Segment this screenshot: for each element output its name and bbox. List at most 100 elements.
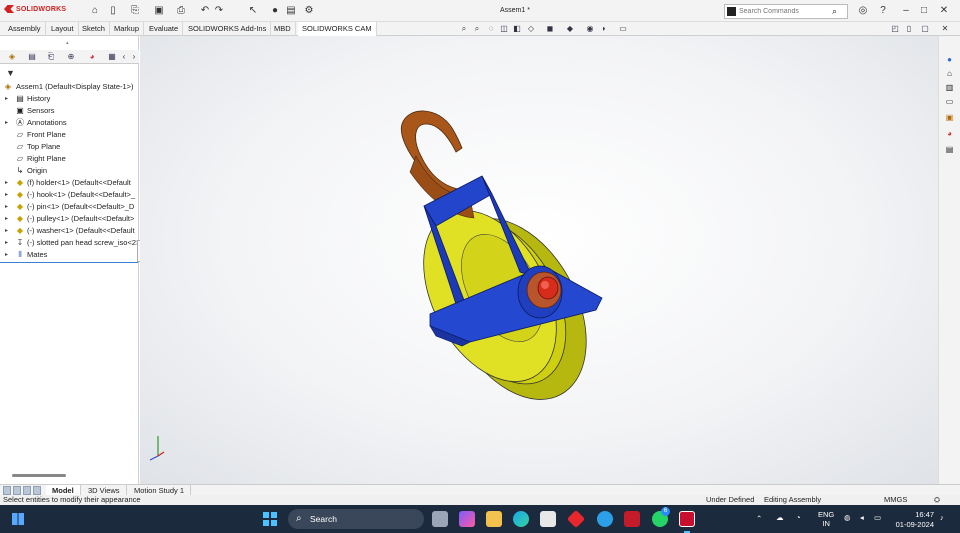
pin-part[interactable] <box>537 276 559 300</box>
doc-close-icon[interactable]: ✕ <box>940 24 950 34</box>
rollback-bar[interactable] <box>0 262 138 263</box>
clock[interactable]: 16:47 01-09-2024 <box>890 510 934 530</box>
expand-icon[interactable]: ▸ <box>5 201 8 213</box>
configuration-manager-icon[interactable]: ⎗ <box>45 51 57 63</box>
last-tab-button[interactable] <box>33 486 41 495</box>
notification-bell-icon[interactable]: ♪ <box>940 513 944 522</box>
tree-item-hook[interactable]: ▸ ◆ (-) hook<1> (Default<<Default>_ <box>0 189 138 201</box>
tree-item-washer[interactable]: ▸ ◆ (-) washer<1> (Default<<Default <box>0 225 138 237</box>
tree-item-sensors[interactable]: ▣ Sensors <box>0 105 138 117</box>
section-view-icon[interactable]: ◫ <box>499 24 509 34</box>
maximize-button[interactable]: □ <box>916 4 932 18</box>
search-input[interactable] <box>739 6 829 17</box>
dimxpert-icon[interactable]: ⊕ <box>65 51 77 63</box>
tree-item-mates[interactable]: ▸ ⫴ Mates <box>0 249 138 261</box>
design-library-icon[interactable]: ▥ <box>944 82 955 93</box>
status-options-icon[interactable]: ⛭ <box>934 495 940 505</box>
tab-cam[interactable]: SOLIDWORKS CAM <box>298 22 377 36</box>
hide-show-icon[interactable]: ◆ <box>565 24 575 34</box>
edit-appearance-icon[interactable]: ◉ <box>585 24 595 34</box>
expand-icon[interactable]: ▸ <box>5 237 8 249</box>
undo-icon[interactable]: ↶ <box>198 4 212 18</box>
display-style-icon[interactable]: ◼ <box>545 24 555 34</box>
widgets-icon[interactable] <box>12 513 24 525</box>
view-orientation-icon[interactable]: ◇ <box>526 24 536 34</box>
store-icon[interactable] <box>540 511 556 527</box>
expand-icon[interactable]: ▸ <box>5 225 8 237</box>
display-manager-icon[interactable]: ◕ <box>86 51 98 63</box>
tree-item-history[interactable]: ▸ ▤ History <box>0 93 138 105</box>
select-arrow-icon[interactable]: ↖ <box>246 4 260 18</box>
solidworks-resources-icon[interactable]: ● <box>944 54 955 65</box>
options-gear-icon[interactable]: ⚙ <box>302 4 316 18</box>
scene-icon[interactable]: ◑ <box>598 24 608 34</box>
volume-icon[interactable]: ◂ <box>860 513 864 522</box>
filter-icon[interactable]: ▼ <box>6 68 15 78</box>
tree-item-origin[interactable]: ↳ Origin <box>0 165 138 177</box>
language-indicator[interactable]: ENG IN <box>818 510 834 528</box>
expand-icon[interactable]: ▸ <box>5 189 8 201</box>
anydesk-icon[interactable] <box>566 509 586 529</box>
copilot-icon[interactable] <box>459 511 475 527</box>
tab-assembly[interactable]: Assembly <box>4 22 46 36</box>
chrome-icon[interactable] <box>597 511 613 527</box>
expand-icon[interactable]: ▸ <box>5 213 8 225</box>
view-settings-icon[interactable]: ▭ <box>618 24 628 34</box>
next-tab-button[interactable] <box>23 486 31 495</box>
tree-item-screw[interactable]: ▸ ↧ (-) slotted pan head screw_iso<2> <box>0 237 138 249</box>
tree-item-holder[interactable]: ▸ ◆ (f) holder<1> (Default<<Default <box>0 177 138 189</box>
cam-manager-icon[interactable]: ▦ <box>106 51 118 63</box>
solidworks-logo[interactable]: SOLIDWORKS <box>4 5 66 13</box>
file-explorer-icon[interactable] <box>486 511 502 527</box>
restore-view-icon[interactable]: ▯ <box>904 24 914 34</box>
save-icon[interactable]: ▣ <box>152 4 166 18</box>
first-tab-button[interactable] <box>3 486 11 495</box>
graphics-area[interactable] <box>140 36 938 484</box>
zoom-fit-icon[interactable]: ⌕ <box>459 24 469 34</box>
user-account-icon[interactable]: ◎ <box>856 4 870 18</box>
tab-sketch[interactable]: Sketch <box>78 22 110 36</box>
close-button[interactable]: ✕ <box>936 4 952 18</box>
custom-properties-icon[interactable]: ▤ <box>944 144 955 155</box>
tray-overflow-icon[interactable]: ⌃ <box>756 514 762 523</box>
tile-window-icon[interactable]: ◰ <box>890 24 900 34</box>
print-icon[interactable]: ⎙ <box>174 4 188 18</box>
rebuild-icon[interactable]: ● <box>268 4 282 18</box>
redo-icon[interactable]: ↷ <box>212 4 226 18</box>
mcafee-icon[interactable] <box>624 511 640 527</box>
file-explorer-icon[interactable]: ▭ <box>944 96 955 107</box>
minimize-button[interactable]: – <box>898 4 914 18</box>
view-palette-icon[interactable]: ▣ <box>944 112 955 123</box>
previous-view-icon[interactable]: ◌ <box>486 24 496 34</box>
open-icon[interactable]: ⎘ <box>128 4 142 18</box>
solidworks-taskbar-icon[interactable] <box>679 511 695 527</box>
tab-evaluate[interactable]: Evaluate <box>145 22 184 36</box>
assembly-model-view[interactable] <box>140 36 938 484</box>
zoom-area-icon[interactable]: ⌕ <box>472 24 482 34</box>
prev-tab-button[interactable] <box>13 486 21 495</box>
expand-icon[interactable]: ▸ <box>5 93 8 105</box>
tree-item-front-plane[interactable]: ▱ Front Plane <box>0 129 138 141</box>
tree-root[interactable]: ◈ Assem1 (Default<Display State-1>) <box>0 81 138 93</box>
task-view-icon[interactable] <box>432 511 448 527</box>
search-icon[interactable]: ⌕ <box>832 6 837 17</box>
expand-icon[interactable]: ▸ <box>5 117 8 129</box>
tree-item-annotations[interactable]: ▸ Ⓐ Annotations <box>0 117 138 129</box>
new-document-icon[interactable]: ▯ <box>106 4 120 18</box>
help-icon[interactable]: ? <box>876 4 890 18</box>
start-button[interactable] <box>263 512 277 526</box>
battery-icon[interactable]: ▭ <box>874 513 881 522</box>
taskbar-search[interactable]: ⌕ Search <box>288 509 424 529</box>
appearances-icon[interactable]: ◕ <box>944 128 955 139</box>
property-manager-icon[interactable]: ▤ <box>26 51 38 63</box>
network-icon[interactable]: ◍ <box>844 513 851 522</box>
tree-item-top-plane[interactable]: ▱ Top Plane <box>0 141 138 153</box>
home-icon[interactable]: ⌂ <box>88 4 102 18</box>
doc-maximize-icon[interactable]: ▢ <box>920 24 930 34</box>
dynamic-annotation-icon[interactable]: ◧ <box>512 24 522 34</box>
home-pane-icon[interactable]: ⌂ <box>944 68 955 79</box>
tree-item-right-plane[interactable]: ▱ Right Plane <box>0 153 138 165</box>
tab-mbd[interactable]: MBD <box>270 22 296 36</box>
file-properties-icon[interactable]: ▤ <box>284 4 298 18</box>
tree-item-pin[interactable]: ▸ ◆ (-) pin<1> (Default<<Default>_D <box>0 201 138 213</box>
